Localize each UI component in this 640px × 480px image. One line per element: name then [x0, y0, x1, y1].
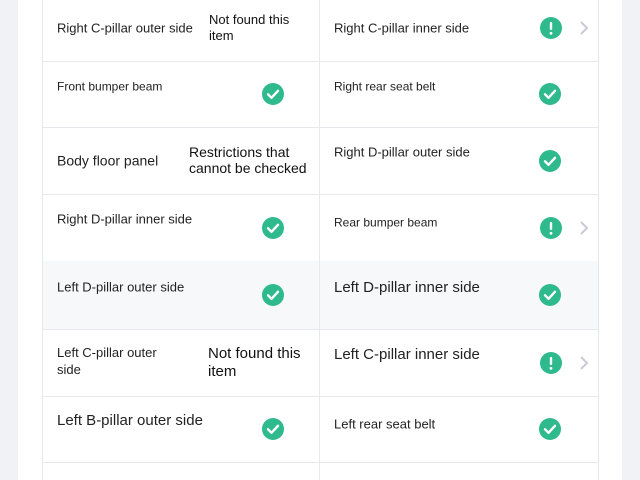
table-cell[interactable]: Rear bumper beam [320, 194, 597, 261]
check-icon [262, 83, 284, 105]
chevron-right-icon[interactable] [578, 355, 590, 371]
item-label: Right C-pillar inner side [334, 20, 470, 35]
table-cell: Front bumper beam [43, 61, 320, 127]
status-text: Not found this item [209, 11, 290, 43]
table-row: Body floor panel Restrictions that canno… [43, 127, 598, 195]
item-label: Left C-pillar inner side [334, 345, 480, 363]
table-cell: Left rear seat belt [320, 396, 597, 462]
check-icon [262, 418, 284, 440]
table-cell: Left C-pillar outer side Not found this … [43, 329, 320, 396]
table-row: Left D-pillar outer side Left D-pillar i… [43, 261, 598, 330]
table-cell [43, 462, 320, 480]
table-row: Right C-pillar outer side Not found this… [43, 0, 598, 62]
check-icon [262, 216, 284, 239]
status-text: Restrictions that cannot be checked [189, 143, 307, 176]
table-cell: Left D-pillar inner side [320, 261, 597, 329]
item-label: Body floor panel [57, 152, 159, 168]
check-icon [539, 83, 561, 105]
table-cell: Body floor panel Restrictions that canno… [43, 127, 320, 194]
item-label: Left rear seat belt [334, 416, 436, 432]
table-cell: Left D-pillar outer side [43, 261, 320, 329]
item-label: Right D-pillar inner side [57, 211, 193, 226]
item-label: Right C-pillar outer side [57, 20, 193, 35]
check-icon [539, 418, 561, 440]
table-cell: Right rear seat belt [320, 61, 597, 127]
item-label: Left C-pillar outer side [57, 344, 157, 377]
table-row: Right D-pillar inner side Rear bumper be… [43, 194, 598, 262]
table-cell [320, 462, 597, 480]
table-cell[interactable]: Left C-pillar inner side [320, 329, 597, 396]
table-cell[interactable]: Right C-pillar inner side [320, 0, 597, 61]
table-row: Left C-pillar outer side Not found this … [43, 329, 598, 397]
chevron-right-icon[interactable] [578, 220, 590, 236]
table-cell: Right D-pillar inner side [43, 194, 320, 261]
check-icon [262, 284, 284, 306]
item-label: Rear bumper beam [334, 215, 438, 229]
table-cell: Right D-pillar outer side [320, 127, 597, 194]
check-icon [539, 149, 561, 172]
check-icon [539, 284, 561, 306]
item-label: Front bumper beam [57, 79, 163, 94]
item-label: Right rear seat belt [334, 79, 436, 94]
warning-icon [540, 351, 562, 374]
warning-icon [540, 216, 562, 239]
status-text: Not found this item [208, 344, 301, 380]
table-cell: Right C-pillar outer side Not found this… [43, 0, 320, 61]
item-label: Left B-pillar outer side [57, 412, 203, 429]
table-row [43, 462, 598, 480]
inspection-results-table: Right C-pillar outer side Not found this… [42, 0, 599, 480]
item-label: Right D-pillar outer side [334, 144, 470, 159]
warning-icon [540, 16, 562, 39]
table-cell: Left B-pillar outer side [43, 396, 320, 462]
item-label: Left D-pillar outer side [57, 279, 185, 295]
item-label: Left D-pillar inner side [334, 279, 480, 296]
table-row: Left B-pillar outer side Left rear seat … [43, 396, 598, 463]
table-row: Front bumper beam Right rear seat belt [43, 61, 598, 128]
chevron-right-icon[interactable] [578, 20, 590, 36]
